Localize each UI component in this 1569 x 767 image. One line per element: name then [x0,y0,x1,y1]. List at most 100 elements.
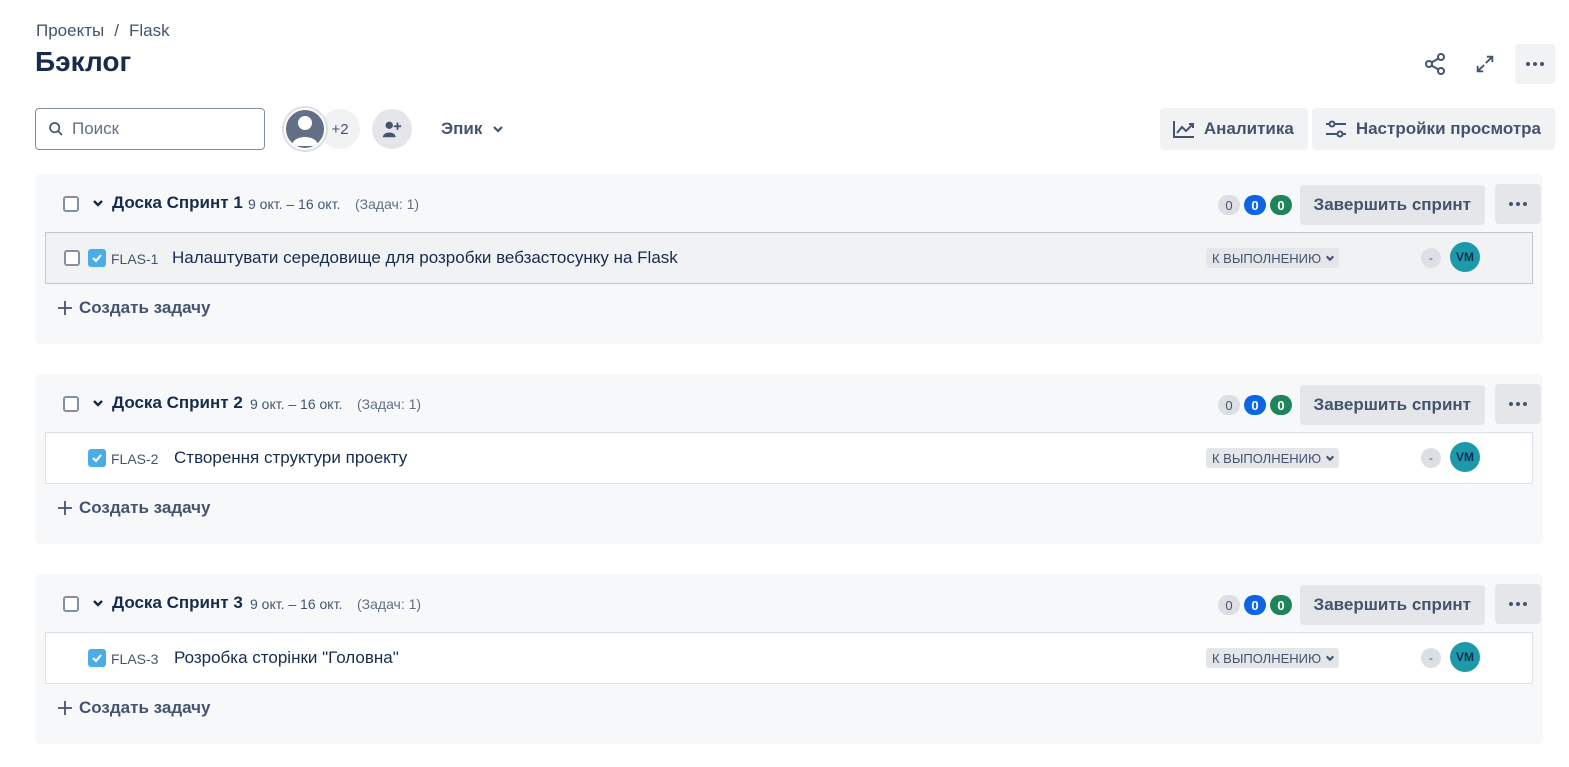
add-user-icon [382,121,402,138]
chevron-down-icon [493,126,504,133]
sprint-collapse-toggle[interactable] [91,596,105,610]
status-dropdown[interactable]: К ВЫПОЛНЕНИЮ [1206,248,1340,268]
expand-button[interactable] [1465,44,1505,84]
header-actions [1415,44,1555,84]
breadcrumb-project[interactable]: Flask [129,21,170,41]
issue-summary[interactable]: Створення структури проекту [174,448,407,468]
status-label: К ВЫПОЛНЕНИЮ [1212,450,1322,466]
in-progress-count-badge: 0 [1244,195,1266,215]
sprint-name[interactable]: Доска Спринт 3 [112,593,243,613]
status-dropdown[interactable]: К ВЫПОЛНЕНИЮ [1206,648,1340,668]
todo-count-badge: 0 [1218,195,1240,215]
view-settings-button[interactable]: Настройки просмотра [1311,108,1555,150]
todo-count-badge: 0 [1218,595,1240,615]
assignee-avatar[interactable]: VM [1450,442,1480,472]
sprint-name[interactable]: Доска Спринт 2 [112,393,243,413]
issue-row[interactable]: FLAS-3 Розробка сторінки "Головна" К ВЫП… [45,632,1533,684]
add-user-button[interactable] [372,109,412,149]
issue-row[interactable]: FLAS-1 Налаштувати середовище для розроб… [45,232,1533,284]
sprint-checkbox[interactable] [63,596,79,612]
issue-key[interactable]: FLAS-3 [111,651,158,667]
more-icon [1509,602,1527,606]
chevron-down-icon [1326,255,1335,262]
user-icon [292,116,318,146]
avatar-more-count[interactable]: +2 [320,109,360,149]
sprint-more-button[interactable] [1495,384,1541,424]
estimate-badge[interactable]: - [1421,648,1441,668]
sprint-more-button[interactable] [1495,584,1541,624]
sprint-status-badges: 0 0 0 [1218,395,1292,415]
share-button[interactable] [1415,44,1455,84]
check-icon [92,254,102,263]
more-icon [1509,202,1527,206]
search-input[interactable] [72,119,252,139]
search-icon [49,122,63,136]
share-icon [1425,53,1445,75]
avatar-group[interactable]: +2 [284,108,360,150]
sprint-issue-count: (Задач: 1) [357,596,422,612]
sprint-section: Доска Спринт 1 9 окт. – 16 окт. (Задач: … [35,174,1543,344]
avatar[interactable] [284,108,326,150]
sprint-header: Доска Спринт 1 9 окт. – 16 окт. (Задач: … [35,174,1543,232]
sprint-name[interactable]: Доска Спринт 1 [112,193,243,213]
issue-key[interactable]: FLAS-2 [111,451,158,467]
analytics-button[interactable]: Аналитика [1159,108,1308,150]
sprint-checkbox[interactable] [63,396,79,412]
sprint-checkbox[interactable] [63,196,79,212]
create-issue-label: Создать задачу [79,298,211,317]
search-box[interactable] [35,108,265,150]
task-type-icon [88,449,106,467]
chevron-down-icon [1326,655,1335,662]
sprint-collapse-toggle[interactable] [91,396,105,410]
estimate-badge[interactable]: - [1421,248,1441,268]
issue-summary[interactable]: Налаштувати середовище для розробки вебз… [172,248,678,268]
in-progress-count-badge: 0 [1244,395,1266,415]
plus-icon [58,301,72,315]
chevron-down-icon [93,400,103,407]
sprint-dates: 9 окт. – 16 окт. [248,196,341,212]
sprint-issue-count: (Задач: 1) [355,196,420,212]
todo-count-badge: 0 [1218,395,1240,415]
task-type-icon [88,249,106,267]
more-icon [1509,402,1527,406]
breadcrumb-separator: / [114,21,119,40]
breadcrumb-projects[interactable]: Проекты [36,21,104,41]
assignee-avatar[interactable]: VM [1450,242,1480,272]
chart-line-icon [1172,121,1194,138]
more-actions-button[interactable] [1515,44,1555,84]
epic-filter[interactable]: Эпик [427,108,518,150]
issue-summary[interactable]: Розробка сторінки "Головна" [174,648,399,668]
plus-icon [58,701,72,715]
sprint-section: Доска Спринт 3 9 окт. – 16 окт. (Задач: … [35,574,1543,744]
create-issue-button[interactable]: Создать задачу [57,698,210,718]
estimate-badge[interactable]: - [1421,448,1441,468]
sprint-dates: 9 окт. – 16 окт. [250,596,343,612]
issue-row[interactable]: FLAS-2 Створення структури проекту К ВЫП… [45,432,1533,484]
assignee-avatar[interactable]: VM [1450,642,1480,672]
done-count-badge: 0 [1270,395,1292,415]
in-progress-count-badge: 0 [1244,595,1266,615]
create-issue-button[interactable]: Создать задачу [57,498,210,518]
create-issue-label: Создать задачу [79,498,211,517]
sprint-collapse-toggle[interactable] [91,196,105,210]
create-issue-label: Создать задачу [79,698,211,717]
check-icon [92,654,102,663]
chevron-down-icon [93,600,103,607]
issue-checkbox[interactable] [64,250,80,266]
breadcrumb: Проекты / Flask [36,21,170,41]
view-settings-label: Настройки просмотра [1355,119,1541,138]
status-dropdown[interactable]: К ВЫПОЛНЕНИЮ [1206,448,1340,468]
complete-sprint-button[interactable]: Завершить спринт [1299,185,1485,225]
sprint-dates: 9 окт. – 16 окт. [250,396,343,412]
task-type-icon [88,649,106,667]
complete-sprint-button[interactable]: Завершить спринт [1299,585,1485,625]
done-count-badge: 0 [1270,195,1292,215]
sprint-more-button[interactable] [1495,184,1541,224]
sliders-icon [1325,120,1346,138]
sprint-status-badges: 0 0 0 [1218,195,1292,215]
create-issue-button[interactable]: Создать задачу [57,298,210,318]
complete-sprint-button[interactable]: Завершить спринт [1299,385,1485,425]
more-icon [1526,62,1544,66]
check-icon [92,454,102,463]
issue-key[interactable]: FLAS-1 [111,251,158,267]
